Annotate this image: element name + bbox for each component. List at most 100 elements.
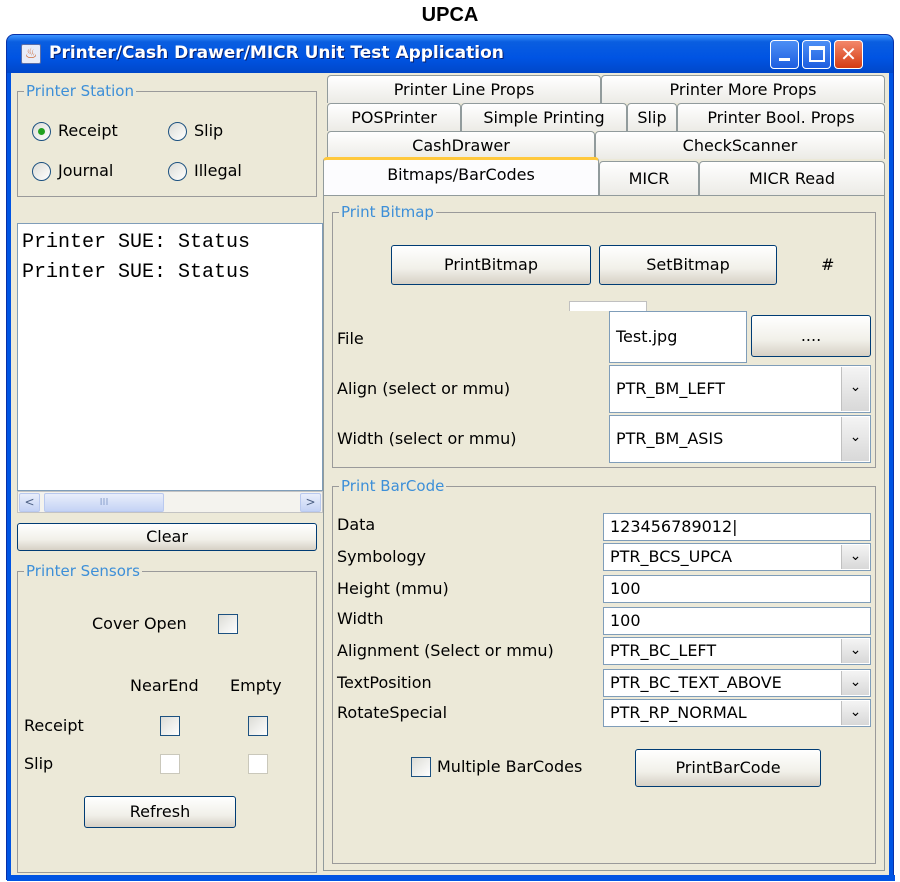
receipt-row-label: Receipt <box>24 716 84 735</box>
slip-row-label: Slip <box>24 754 54 773</box>
slip-radio-label: Slip <box>194 121 224 140</box>
file-label: File <box>337 329 364 348</box>
symbology-value: PTR_BCS_UPCA <box>610 547 733 566</box>
receipt-nearend-checkbox[interactable] <box>160 716 180 736</box>
log-line: Printer SUE: Status <box>22 231 251 254</box>
close-button[interactable]: ✕ <box>834 40 863 69</box>
width-select[interactable]: PTR_BM_ASIS ⌄ <box>609 415 871 463</box>
tab-slip[interactable]: Slip <box>627 103 677 131</box>
print-bitmap-button[interactable]: PrintBitmap <box>391 245 591 285</box>
textposition-select[interactable]: PTR_BC_TEXT_ABOVE ⌄ <box>603 669 871 697</box>
printer-sensors-legend: Printer Sensors <box>24 562 142 580</box>
width-label: Width (select or mmu) <box>337 429 517 448</box>
printer-sensors-group: Printer Sensors Cover Open NearEnd Empty… <box>17 562 317 873</box>
tab-printer-line-props[interactable]: Printer Line Props <box>327 75 601 103</box>
barcode-width-field[interactable]: 100 <box>603 607 871 635</box>
journal-radio[interactable] <box>32 162 51 181</box>
nearend-column-label: NearEnd <box>130 676 199 695</box>
app-window: ♨ Printer/Cash Drawer/MICR Unit Test App… <box>6 34 895 881</box>
printer-station-legend: Printer Station <box>24 82 136 100</box>
chevron-down-icon[interactable]: ⌄ <box>841 701 869 725</box>
chevron-down-icon[interactable]: ⌄ <box>841 367 869 411</box>
window-title: Printer/Cash Drawer/MICR Unit Test Appli… <box>49 43 504 63</box>
tab-printer-bool-props[interactable]: Printer Bool. Props <box>677 103 885 131</box>
empty-column-label: Empty <box>230 676 282 695</box>
bitmap-number-field[interactable] <box>569 301 647 311</box>
symbology-select[interactable]: PTR_BCS_UPCA ⌄ <box>603 543 871 571</box>
chevron-down-icon[interactable]: ⌄ <box>841 639 869 663</box>
textposition-label: TextPosition <box>337 673 432 692</box>
align-value: PTR_BM_LEFT <box>616 379 726 398</box>
window-border-bottom <box>7 875 895 881</box>
tab-checkscanner[interactable]: CheckScanner <box>595 131 885 159</box>
chevron-down-icon[interactable]: ⌄ <box>841 671 869 695</box>
barcode-width-label: Width <box>337 609 384 628</box>
align-label: Align (select or mmu) <box>337 379 511 398</box>
scroll-right-button[interactable]: > <box>300 493 321 512</box>
close-icon: ✕ <box>840 42 857 66</box>
scroll-thumb[interactable]: III <box>44 493 164 512</box>
receipt-empty-checkbox[interactable] <box>248 716 268 736</box>
log-line: Printer SUE: Status <box>22 261 251 284</box>
cover-open-checkbox[interactable] <box>218 614 238 634</box>
print-barcode-legend: Print BarCode <box>339 477 447 495</box>
height-field[interactable]: 100 <box>603 575 871 603</box>
java-cup-icon: ♨ <box>21 44 41 64</box>
tab-posprinter[interactable]: POSPrinter <box>327 103 461 131</box>
multiple-barcodes-checkbox[interactable] <box>411 757 431 777</box>
title-bar[interactable]: ♨ Printer/Cash Drawer/MICR Unit Test App… <box>7 35 893 73</box>
clear-button[interactable]: Clear <box>17 523 317 551</box>
rotatespecial-value: PTR_RP_NORMAL <box>610 703 747 722</box>
tab-cashdrawer[interactable]: CashDrawer <box>327 131 595 159</box>
alignment-label: Alignment (Select or mmu) <box>337 641 554 660</box>
alignment-select[interactable]: PTR_BC_LEFT ⌄ <box>603 637 871 665</box>
file-field[interactable]: Test.jpg <box>609 311 747 363</box>
print-bitmap-group: Print Bitmap PrintBitmap SetBitmap # Fil… <box>332 203 876 468</box>
height-label: Height (mmu) <box>337 579 449 598</box>
browse-file-button[interactable]: .... <box>751 315 871 357</box>
rotatespecial-label: RotateSpecial <box>337 703 448 722</box>
rotatespecial-select[interactable]: PTR_RP_NORMAL ⌄ <box>603 699 871 727</box>
minimize-icon <box>779 58 790 61</box>
alignment-value: PTR_BC_LEFT <box>610 641 717 660</box>
chevron-down-icon[interactable]: ⌄ <box>841 545 869 569</box>
illegal-radio[interactable] <box>168 162 187 181</box>
bitmap-number-label: # <box>821 255 835 274</box>
log-text-area[interactable]: Printer SUE: Status Printer SUE: Status <box>17 223 323 491</box>
scroll-left-button[interactable]: < <box>19 493 40 512</box>
set-bitmap-button[interactable]: SetBitmap <box>599 245 777 285</box>
log-horizontal-scrollbar[interactable]: < III > <box>17 491 323 513</box>
data-label: Data <box>337 515 376 534</box>
receipt-radio[interactable] <box>32 122 51 141</box>
multiple-barcodes-label: Multiple BarCodes <box>437 757 583 776</box>
client-area: Printer Station Receipt Slip Journal Ill… <box>11 73 889 879</box>
slip-nearend-checkbox <box>160 754 180 774</box>
print-barcode-group: Print BarCode Data 123456789012| Symbolo… <box>332 477 876 864</box>
maximize-button[interactable] <box>802 40 831 69</box>
refresh-button[interactable]: Refresh <box>84 796 236 828</box>
chevron-down-icon[interactable]: ⌄ <box>841 417 869 461</box>
tab-printer-more-props[interactable]: Printer More Props <box>601 75 885 103</box>
cover-open-label: Cover Open <box>92 614 187 633</box>
slip-empty-checkbox <box>248 754 268 774</box>
tab-micr[interactable]: MICR <box>599 161 699 195</box>
printer-station-group: Printer Station Receipt Slip Journal Ill… <box>17 82 317 197</box>
tab-micr-read[interactable]: MICR Read <box>699 161 885 195</box>
illegal-radio-label: Illegal <box>194 161 242 180</box>
symbology-label: Symbology <box>337 547 427 566</box>
receipt-radio-label: Receipt <box>58 121 118 140</box>
journal-radio-label: Journal <box>58 161 114 180</box>
textposition-value: PTR_BC_TEXT_ABOVE <box>610 673 782 692</box>
bitmaps-barcodes-pane: Print Bitmap PrintBitmap SetBitmap # Fil… <box>323 195 885 871</box>
tab-bitmaps-barcodes[interactable]: Bitmaps/BarCodes <box>323 157 599 195</box>
print-barcode-button[interactable]: PrintBarCode <box>635 749 821 787</box>
tab-simple-printing[interactable]: Simple Printing <box>461 103 627 131</box>
slip-radio[interactable] <box>168 122 187 141</box>
figure-title: UPCA <box>421 4 479 26</box>
maximize-icon <box>809 46 825 62</box>
align-select[interactable]: PTR_BM_LEFT ⌄ <box>609 365 871 413</box>
print-bitmap-legend: Print Bitmap <box>339 203 436 221</box>
minimize-button[interactable] <box>770 40 799 69</box>
data-field[interactable]: 123456789012| <box>603 513 871 541</box>
window-border-right <box>889 73 893 879</box>
